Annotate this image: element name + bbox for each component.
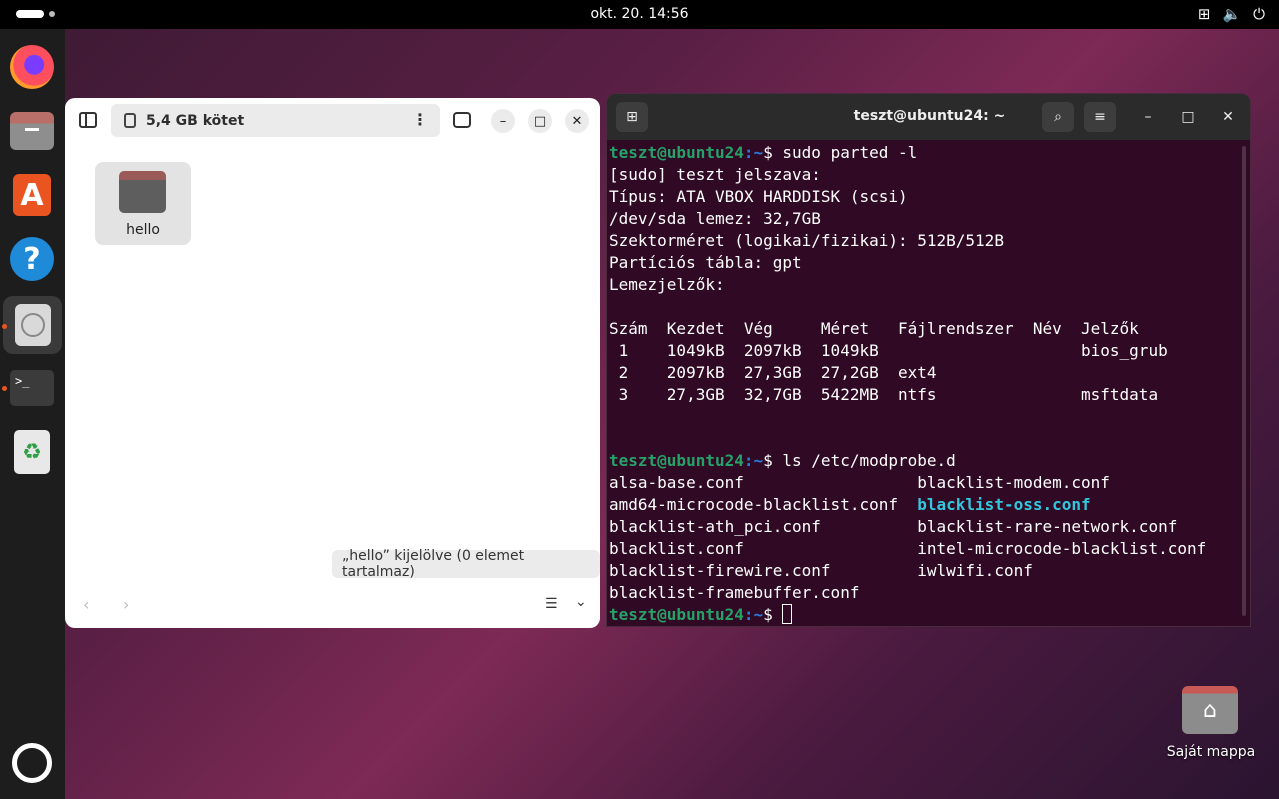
file-manager-headerbar: 5,4 GB kötet ⋮ – □ ✕ — [65, 98, 600, 144]
path-label: 5,4 GB kötet — [146, 112, 245, 129]
maximize-button[interactable]: □ — [1178, 107, 1198, 127]
terminal-line: [sudo] teszt jelszava: — [609, 165, 821, 184]
power-icon[interactable]: ⏻ — [1253, 5, 1265, 23]
terminal-line: alsa-base.conf blacklist-modem.conf — [609, 473, 1110, 492]
dock-files[interactable] — [8, 107, 56, 155]
command-text: sudo parted -l — [772, 143, 918, 162]
files-icon — [10, 112, 54, 150]
terminal-line: blacklist-framebuffer.conf — [609, 583, 860, 602]
forward-icon[interactable]: › — [123, 595, 129, 614]
terminal-line: 2 2097kB 27,3GB 27,2GB ext4 — [609, 363, 937, 382]
dock: A ? >_ ♻ — [0, 29, 65, 799]
sidebar-toggle-icon[interactable] — [79, 112, 97, 128]
view-options-chevron-icon[interactable]: ⌄ — [575, 594, 587, 610]
home-icon: ⌂ — [1182, 686, 1238, 734]
drive-icon — [124, 113, 136, 128]
dock-trash[interactable]: ♻ — [8, 428, 56, 476]
prompt-path: :~ — [743, 451, 764, 470]
running-indicator — [2, 324, 7, 329]
terminal-icon: >_ — [10, 370, 54, 406]
system-tray[interactable]: ⊞ 🔈 ⏻ — [1198, 5, 1265, 23]
close-button[interactable]: ✕ — [1218, 107, 1238, 127]
terminal-line: blacklist.conf intel-microcode-blacklist… — [609, 539, 1207, 558]
back-icon[interactable]: ‹ — [83, 595, 89, 614]
terminal-line: amd64-microcode-blacklist.conf blacklist… — [609, 494, 1239, 516]
path-menu-icon[interactable]: ⋮ — [412, 110, 428, 129]
maximize-button[interactable]: □ — [528, 109, 552, 133]
terminal-output[interactable]: teszt@ubuntu24:~$ sudo parted -l [sudo] t… — [609, 142, 1239, 626]
prompt-sign: $ — [763, 143, 773, 162]
folder-label: hello — [126, 222, 160, 238]
prompt-user: teszt@ubuntu24 — [609, 143, 744, 162]
cursor — [782, 604, 793, 624]
desktop-home-folder[interactable]: ⌂ Saját mappa — [1160, 680, 1262, 770]
terminal-line: Típus: ATA VBOX HARDDISK (scsi) — [609, 187, 908, 206]
terminal-line: teszt@ubuntu24:~$ ls /etc/modprobe.d — [609, 450, 1239, 472]
trash-icon: ♻ — [14, 430, 50, 474]
terminal-line: blacklist-ath_pci.conf blacklist-rare-ne… — [609, 517, 1178, 536]
minimize-button[interactable]: – — [1138, 107, 1158, 127]
dock-show-apps[interactable] — [8, 739, 56, 787]
terminal-line: teszt@ubuntu24:~$ — [609, 604, 1239, 626]
prompt-user: teszt@ubuntu24 — [609, 605, 744, 624]
path-bar[interactable]: 5,4 GB kötet ⋮ — [111, 104, 440, 137]
prompt-path: :~ — [743, 143, 764, 162]
terminal-line: Szám Kezdet Vég Méret Fájlrendszer Név J… — [609, 319, 1139, 338]
firefox-icon — [10, 45, 54, 89]
dock-firefox[interactable] — [8, 43, 56, 91]
terminal-line: 1 1049kB 2097kB 1049kB bios_grub — [609, 341, 1168, 360]
highlighted-filename: blacklist-oss.conf — [917, 495, 1091, 514]
terminal-line: teszt@ubuntu24:~$ sudo parted -l — [609, 142, 1239, 164]
scrollbar[interactable] — [1242, 146, 1246, 616]
dock-app-center[interactable]: A — [8, 171, 56, 219]
terminal-line: 3 27,3GB 32,7GB 5422MB ntfs msftdata — [609, 385, 1159, 404]
dock-terminal[interactable]: >_ — [8, 364, 56, 412]
hamburger-menu-button[interactable]: ≡ — [1084, 102, 1116, 132]
search-location-icon[interactable] — [453, 112, 471, 128]
app-center-icon: A — [13, 174, 51, 216]
folder-item[interactable]: hello — [95, 162, 191, 245]
prompt-sign: $ — [763, 451, 773, 470]
file-manager-window: 5,4 GB kötet ⋮ – □ ✕ hello „hello” kijel… — [65, 98, 600, 628]
disk-icon — [14, 304, 51, 346]
prompt-user: teszt@ubuntu24 — [609, 451, 744, 470]
list-view-icon[interactable]: ☰ — [545, 596, 558, 612]
terminal-line: /dev/sda lemez: 32,7GB — [609, 209, 821, 228]
terminal-headerbar: ⊞ teszt@ubuntu24: ~ ⌕ ≡ – □ ✕ — [607, 94, 1250, 140]
terminal-line: Szektorméret (logikai/fizikai): 512B/512… — [609, 231, 1004, 250]
dock-help[interactable]: ? — [8, 235, 56, 283]
command-text: ls /etc/modprobe.d — [772, 451, 956, 470]
ubuntu-logo-icon — [12, 743, 52, 783]
prompt-sign: $ — [763, 605, 773, 624]
terminal-window[interactable]: ⊞ teszt@ubuntu24: ~ ⌕ ≡ – □ ✕ teszt@ubun… — [606, 93, 1251, 627]
prompt-path: :~ — [743, 605, 764, 624]
top-bar: okt. 20. 14:56 ⊞ 🔈 ⏻ — [0, 0, 1279, 29]
terminal-line: Partíciós tábla: gpt — [609, 253, 802, 272]
network-icon[interactable]: ⊞ — [1198, 5, 1211, 23]
clock[interactable]: okt. 20. 14:56 — [0, 6, 1279, 22]
volume-icon[interactable]: 🔈 — [1222, 5, 1241, 23]
dock-disks[interactable] — [3, 296, 62, 354]
help-icon: ? — [10, 237, 54, 281]
selection-status: „hello” kijelölve (0 elemet tartalmaz) — [332, 548, 600, 580]
close-button[interactable]: ✕ — [565, 109, 589, 133]
running-indicator — [2, 386, 7, 391]
command-text — [773, 605, 783, 624]
terminal-line: Lemezjelzők: — [609, 275, 725, 294]
search-button[interactable]: ⌕ — [1042, 102, 1074, 132]
output-text: amd64-microcode-blacklist.conf — [609, 495, 918, 514]
terminal-line: blacklist-firewire.conf iwlwifi.conf — [609, 561, 1033, 580]
home-label: Saját mappa — [1166, 744, 1256, 760]
minimize-button[interactable]: – — [491, 109, 515, 133]
folder-icon — [119, 171, 166, 213]
